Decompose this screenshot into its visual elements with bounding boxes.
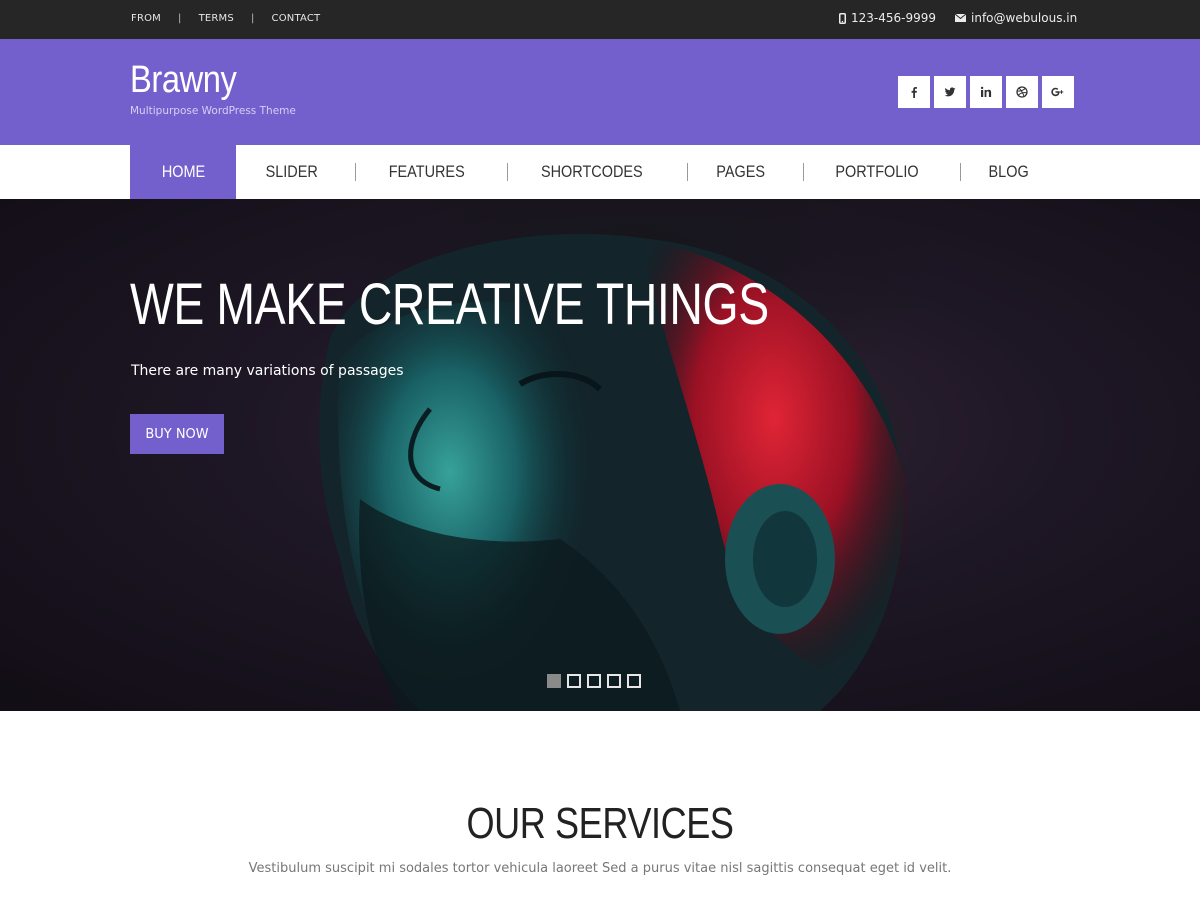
nav-item-portfolio[interactable]: PORTFOLIO [804, 145, 960, 199]
services-section: OUR SERVICES Vestibulum suscipit mi soda… [0, 711, 1200, 900]
email-contact: info@webulous.in [955, 11, 1077, 25]
social-links [898, 76, 1074, 108]
slider-dot-5[interactable] [627, 674, 641, 688]
nav-item-features[interactable]: FEATURES [356, 145, 506, 199]
linkedin-icon [980, 86, 992, 97]
top-link-contact[interactable]: CONTACT [272, 13, 321, 24]
top-link-terms[interactable]: TERMS [199, 13, 234, 24]
twitter-button[interactable] [934, 76, 966, 108]
mobile-phone-icon [839, 12, 846, 24]
nav-item-blog[interactable]: BLOG [961, 145, 1032, 199]
phone-number: 123-456-9999 [851, 11, 937, 25]
slider-dot-2[interactable] [567, 674, 581, 688]
services-title: OUR SERVICES [466, 799, 734, 848]
slider-dot-1[interactable] [547, 674, 561, 688]
linkedin-button[interactable] [970, 76, 1002, 108]
buy-now-button[interactable]: BUY NOW [130, 414, 224, 454]
nav-item-label: SHORTCODES [540, 162, 643, 181]
top-bar: FROM | TERMS | CONTACT 123-456-9999 info… [0, 0, 1200, 39]
separator: | [178, 13, 182, 24]
site-title[interactable]: Brawny [130, 57, 273, 103]
slider-pagination [547, 674, 641, 688]
nav-item-label: HOME [161, 162, 205, 181]
nav-item-shortcodes[interactable]: SHORTCODES [508, 145, 687, 199]
dribbble-icon [1016, 86, 1028, 98]
nav-item-label: PAGES [715, 162, 765, 181]
twitter-icon [944, 87, 956, 97]
google-plus-icon [1051, 87, 1064, 97]
facebook-icon [911, 87, 917, 98]
site-header: Brawny Multipurpose WordPress Theme [0, 39, 1200, 145]
nav-item-label: SLIDER [265, 162, 318, 181]
top-links: FROM | TERMS | CONTACT [131, 13, 320, 24]
facebook-button[interactable] [898, 76, 930, 108]
hero-title: WE MAKE CREATIVE THINGS [130, 272, 769, 337]
phone-contact: 123-456-9999 [839, 11, 936, 25]
nav-item-label: BLOG [988, 162, 1029, 181]
site-tagline: Multipurpose WordPress Theme [130, 105, 296, 117]
top-link-from[interactable]: FROM [131, 13, 161, 24]
nav-item-pages[interactable]: PAGES [688, 145, 803, 199]
hero-slider: WE MAKE CREATIVE THINGS There are many v… [0, 199, 1200, 711]
nav-item-home[interactable]: HOME [130, 145, 236, 199]
hero-subtitle: There are many variations of passages [131, 363, 404, 379]
dribbble-button[interactable] [1006, 76, 1038, 108]
email-address[interactable]: info@webulous.in [971, 11, 1077, 25]
nav-item-label: FEATURES [389, 162, 466, 181]
brand[interactable]: Brawny Multipurpose WordPress Theme [130, 57, 296, 117]
envelope-icon [955, 14, 966, 22]
nav-item-slider[interactable]: SLIDER [236, 145, 355, 199]
slider-dot-3[interactable] [587, 674, 601, 688]
google-plus-button[interactable] [1042, 76, 1074, 108]
main-navigation: HOME SLIDER FEATURES SHORTCODES PAGES PO… [0, 145, 1200, 199]
separator: | [250, 13, 255, 24]
nav-item-label: PORTFOLIO [835, 162, 919, 181]
slider-dot-4[interactable] [607, 674, 621, 688]
services-description: Vestibulum suscipit mi sodales tortor ve… [248, 861, 952, 876]
